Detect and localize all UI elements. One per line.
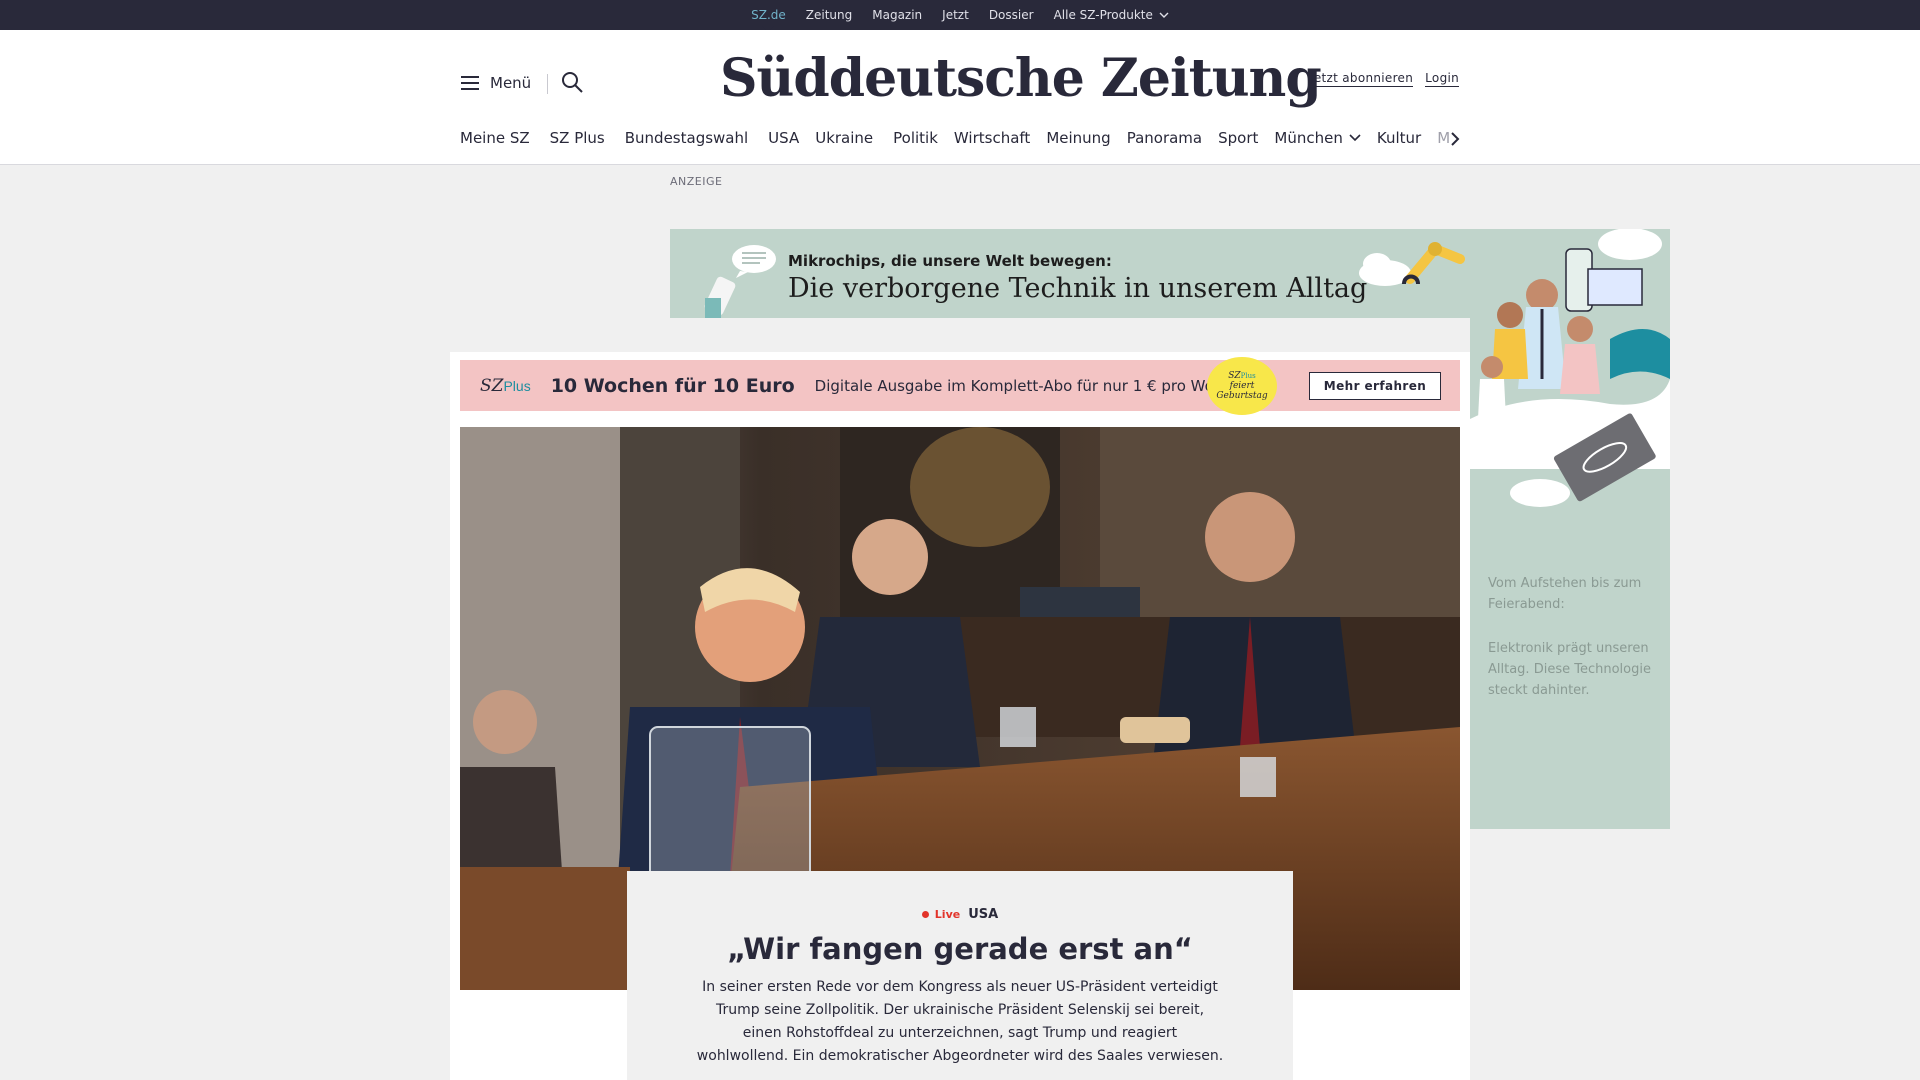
ad-illustration (1470, 229, 1670, 507)
menu-label: Menü (490, 74, 532, 92)
nav-item-politik[interactable]: Politik (893, 129, 938, 147)
site-header: Menü Süddeutsche Zeitung Jetzt abonniere… (0, 30, 1920, 165)
ad-banner[interactable]: Mikrochips, die unsere Welt bewegen: Die… (670, 229, 1470, 318)
nav-item-kultur[interactable]: Kultur (1377, 129, 1421, 147)
live-badge: Live (922, 908, 960, 921)
nav-item-ukraine[interactable]: Ukraine (815, 129, 873, 147)
nav-item-meine-sz[interactable]: Meine SZ (460, 129, 530, 147)
site-logo[interactable]: Süddeutsche Zeitung (720, 48, 1322, 109)
search-button[interactable] (560, 70, 584, 98)
birthday-badge-logo: SZPlus (1228, 371, 1256, 381)
sz-plus-logo: SZPlus (480, 375, 531, 396)
nav-item-panorama[interactable]: Panorama (1127, 129, 1202, 147)
login-link[interactable]: Login (1425, 71, 1460, 87)
top-product-bar: SZ.de Zeitung Magazin Jetzt Dossier Alle… (0, 0, 1920, 32)
subscribe-link[interactable]: Jetzt abonnieren (1310, 71, 1414, 87)
ad-skyscraper[interactable]: Vom Aufstehen bis zum Feierabend: Elektr… (1470, 229, 1670, 829)
ad-side-text-1: Vom Aufstehen bis zum Feierabend: (1488, 576, 1642, 612)
menu-button[interactable]: Menü (460, 74, 531, 92)
ad-title: Die verborgene Technik in unserem Alltag (788, 273, 1368, 304)
promo-deal: 10 Wochen für 10 Euro (550, 374, 795, 397)
article-teaser: In seiner ersten Rede vor dem Kongress a… (696, 979, 1224, 1064)
nav-item-meinung[interactable]: Meinung (1046, 129, 1110, 147)
ad-kicker: Mikrochips, die unsere Welt bewegen: (788, 252, 1112, 270)
article-headline[interactable]: „Wir fangen gerade erst an“ (627, 932, 1293, 966)
nav-item-muenchen[interactable]: München (1274, 129, 1361, 147)
chip-illustration (704, 276, 736, 318)
account-links: Jetzt abonnieren Login (1310, 71, 1460, 87)
chevron-down-icon (1159, 12, 1169, 18)
ad-side-text-2: Elektronik prägt unseren Alltag. Diese T… (1488, 641, 1651, 698)
chevron-right-icon[interactable] (1449, 130, 1461, 148)
article-meta: Live USA (627, 907, 1293, 922)
promo-description: Digitale Ausgabe im Komplett-Abo für nur… (814, 376, 1246, 395)
topbar-link-magazin[interactable]: Magazin (872, 8, 922, 22)
menu-divider (547, 74, 548, 94)
topbar-all-products-label: Alle SZ-Produkte (1053, 8, 1153, 22)
chevron-down-icon (1349, 134, 1361, 142)
article-kicker: USA (968, 907, 999, 922)
birthday-badge: SZPlus feiert Geburtstag (1207, 357, 1277, 415)
ad-label: ANZEIGE (670, 175, 723, 188)
nav-item-sz-plus[interactable]: SZ Plus (550, 129, 605, 147)
article-teaser-card[interactable]: Live USA „Wir fangen gerade erst an“ In … (627, 871, 1293, 1080)
nav-item-wirtschaft[interactable]: Wirtschaft (954, 129, 1030, 147)
nav-item-usa[interactable]: USA (768, 129, 799, 147)
search-icon (562, 72, 583, 93)
nav-item-bundestagswahl[interactable]: Bundestagswahl (625, 129, 748, 147)
robot-arm-illustration (1402, 242, 1465, 285)
main-navigation: Meine SZ SZ Plus Bundestagswahl USA Ukra… (460, 126, 1460, 150)
topbar-link-jetzt[interactable]: Jetzt (942, 8, 969, 22)
more-info-button[interactable]: Mehr erfahren (1309, 372, 1441, 400)
topbar-link-szde[interactable]: SZ.de (751, 8, 786, 32)
hamburger-icon (461, 76, 479, 90)
topbar-link-zeitung[interactable]: Zeitung (806, 8, 852, 22)
topbar-link-dossier[interactable]: Dossier (989, 8, 1034, 22)
topbar-link-all-products[interactable]: Alle SZ-Produkte (1054, 8, 1169, 22)
nav-item-muenchen-label: München (1274, 129, 1343, 147)
nav-item-sport[interactable]: Sport (1218, 129, 1258, 147)
sz-plus-promo-banner[interactable]: SZPlus 10 Wochen für 10 Euro Digitale Au… (460, 357, 1460, 415)
